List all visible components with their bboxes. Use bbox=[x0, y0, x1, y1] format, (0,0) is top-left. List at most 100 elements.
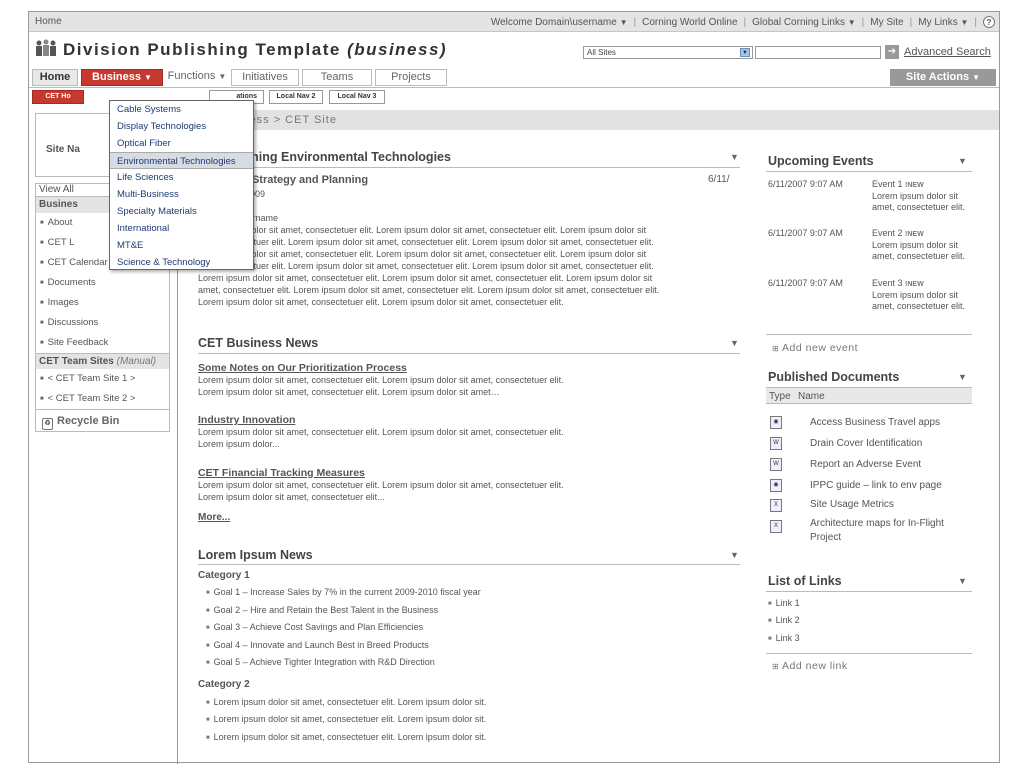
add-link-link[interactable]: ⊞ Add new link bbox=[772, 660, 848, 672]
welcome-menu[interactable]: Welcome Domain\username ▼ bbox=[491, 17, 628, 28]
document-link[interactable]: Access Business Travel apps bbox=[810, 416, 970, 430]
chevron-down-icon[interactable]: ▼ bbox=[730, 338, 739, 348]
docs-col-type[interactable]: Type bbox=[769, 391, 791, 402]
dropdown-item[interactable]: Display Technologies bbox=[110, 118, 253, 135]
news-item-title[interactable]: Industry Innovation bbox=[198, 414, 295, 426]
site-title: Division Publishing Template (business) bbox=[63, 40, 447, 60]
left-nav-item[interactable]: Discussions bbox=[36, 313, 169, 333]
breadcrumb-bar: Business > CET Site bbox=[177, 110, 999, 130]
dropdown-item[interactable]: Optical Fiber bbox=[110, 135, 253, 152]
link-item[interactable]: Link 2 bbox=[768, 615, 800, 625]
link-item[interactable]: Link 1 bbox=[768, 598, 800, 608]
site-title-text: Division Publishing Template bbox=[63, 40, 341, 59]
news-item-text: Lorem ipsum dolor sit amet, consectetuer… bbox=[198, 375, 564, 385]
separator: | bbox=[743, 16, 747, 28]
site-nav-label: Site Na bbox=[46, 144, 80, 155]
event-date: 6/11/2007 9:07 AM bbox=[768, 179, 843, 189]
site-actions-label: Site Actions bbox=[905, 71, 970, 83]
local-nav-cet-home[interactable]: CET Ho bbox=[32, 90, 84, 104]
dropdown-item[interactable]: Life Sciences bbox=[110, 169, 253, 186]
left-nav-item[interactable]: Documents bbox=[36, 273, 169, 293]
tab-functions-label: Functions bbox=[167, 70, 216, 82]
article-line: amet, consectetuer elit. Lorem ipsum dol… bbox=[198, 285, 660, 295]
separator: | bbox=[861, 16, 865, 28]
corning-world-link[interactable]: Corning World Online bbox=[642, 17, 737, 28]
people-logo-icon bbox=[36, 39, 56, 56]
add-event-label: Add new event bbox=[782, 342, 859, 354]
search-scope-select[interactable]: All Sites ▼ bbox=[583, 46, 753, 59]
chevron-down-icon[interactable]: ▼ bbox=[730, 152, 739, 162]
main-content: t Corning Environmental Technologies ▼ -… bbox=[177, 130, 999, 764]
add-event-link[interactable]: ⊞ Add new event bbox=[772, 342, 858, 354]
left-nav-item[interactable]: Site Feedback bbox=[36, 333, 169, 353]
news-item-text: Lorem ipsum dolor sit amet, consectetuer… bbox=[198, 387, 500, 397]
dropdown-item[interactable]: Science & Technology bbox=[110, 254, 253, 271]
news-section-title: CET Business News bbox=[198, 336, 319, 350]
search-go-arrow-icon[interactable]: ➔ bbox=[885, 45, 899, 59]
tab-functions[interactable]: Functions ▼ bbox=[165, 69, 229, 86]
tab-business[interactable]: Business ▼ bbox=[81, 69, 163, 86]
event-item[interactable]: Event 3 !NEW Lorem ipsum dolor sit amet, … bbox=[872, 278, 968, 312]
document-link[interactable]: Site Usage Metrics bbox=[810, 498, 970, 512]
dropdown-item[interactable]: Multi-Business bbox=[110, 186, 253, 203]
help-icon[interactable]: ? bbox=[983, 16, 995, 28]
recycle-bin-link[interactable]: ♻ Recycle Bin bbox=[36, 409, 169, 431]
tab-projects[interactable]: Projects bbox=[375, 69, 447, 86]
goal-item: Goal 2 – Hire and Retain the Best Talent… bbox=[206, 605, 438, 615]
document-link[interactable]: Report an Adverse Event bbox=[810, 458, 970, 472]
chevron-down-icon[interactable]: ▼ bbox=[958, 576, 967, 586]
links-title: List of Links bbox=[768, 574, 842, 588]
chevron-down-icon[interactable]: ▼ bbox=[740, 48, 750, 57]
tab-business-label: Business bbox=[92, 71, 141, 83]
search-scope-value: All Sites bbox=[587, 48, 616, 57]
event-item[interactable]: Event 1 !NEW Lorem ipsum dolor sit amet, … bbox=[872, 179, 968, 213]
team-sites-head-note: (Manual) bbox=[116, 356, 157, 367]
dropdown-item[interactable]: MT&E bbox=[110, 237, 253, 254]
news-item-text: Lorem ipsum dolor... bbox=[198, 439, 280, 449]
chevron-down-icon[interactable]: ▼ bbox=[730, 550, 739, 560]
docs-col-name[interactable]: Name bbox=[798, 391, 825, 402]
search-input[interactable] bbox=[755, 46, 881, 59]
site-actions-button[interactable]: Site Actions ▼ bbox=[890, 69, 996, 86]
link-item[interactable]: Link 3 bbox=[768, 633, 800, 643]
tab-initiatives[interactable]: Initiatives bbox=[231, 69, 299, 86]
document-link[interactable]: IPPC guide – link to env page bbox=[810, 479, 970, 493]
chevron-down-icon[interactable]: ▼ bbox=[958, 372, 967, 382]
event-desc: Lorem ipsum dolor sit amet, consectetuer… bbox=[872, 191, 966, 212]
more-link[interactable]: More... bbox=[198, 512, 230, 523]
article-line: Lorem ipsum dolor sit amet, consectetuer… bbox=[198, 297, 564, 307]
chevron-down-icon: ▼ bbox=[847, 17, 856, 27]
chevron-down-icon: ▼ bbox=[972, 73, 981, 82]
team-site-link[interactable]: < CET Team Site 2 > bbox=[36, 389, 169, 409]
chevron-down-icon[interactable]: ▼ bbox=[958, 156, 967, 166]
event-desc: Lorem ipsum dolor sit amet, consectetuer… bbox=[872, 240, 966, 261]
dropdown-item[interactable]: Specialty Materials bbox=[110, 203, 253, 220]
category-heading: Category 2 bbox=[198, 679, 250, 690]
article-line: Lorem ipsum dolor sit amet, consectetuer… bbox=[198, 273, 653, 283]
article-date: 6/11/ bbox=[708, 174, 730, 185]
left-nav-item[interactable]: Images bbox=[36, 293, 169, 313]
tab-teams[interactable]: Teams bbox=[302, 69, 372, 86]
my-site-link[interactable]: My Site bbox=[870, 17, 903, 28]
document-link[interactable]: Drain Cover Identification bbox=[810, 437, 970, 451]
dropdown-item-highlighted[interactable]: Environmental Technologies bbox=[110, 152, 253, 169]
my-links-menu[interactable]: My Links ▼ bbox=[918, 17, 968, 28]
team-sites-head: CET Team Sites (Manual) bbox=[36, 353, 169, 369]
dropdown-item[interactable]: International bbox=[110, 220, 253, 237]
tab-home[interactable]: Home bbox=[32, 69, 78, 86]
news-item-title[interactable]: Some Notes on Our Prioritization Process bbox=[198, 362, 407, 374]
local-nav-2[interactable]: Local Nav 2 bbox=[269, 90, 323, 104]
global-links-menu[interactable]: Global Corning Links ▼ bbox=[752, 17, 856, 28]
advanced-search-link[interactable]: Advanced Search bbox=[904, 46, 991, 58]
top-nav-tabs: Home Business ▼ Functions ▼ Initiatives … bbox=[29, 68, 999, 88]
team-site-link[interactable]: < CET Team Site 1 > bbox=[36, 369, 169, 389]
document-link[interactable]: Architecture maps for In-Flight Project bbox=[810, 517, 970, 545]
news-item-title[interactable]: CET Financial Tracking Measures bbox=[198, 467, 365, 479]
add-link-label: Add new link bbox=[782, 660, 848, 672]
topbar-home-link[interactable]: Home bbox=[35, 16, 62, 27]
word-doc-icon: W bbox=[770, 458, 782, 471]
event-item[interactable]: Event 2 !NEW Lorem ipsum dolor sit amet, … bbox=[872, 228, 968, 262]
local-nav-3[interactable]: Local Nav 3 bbox=[329, 90, 385, 104]
dropdown-item[interactable]: Cable Systems bbox=[110, 101, 253, 118]
separator: | bbox=[633, 16, 637, 28]
